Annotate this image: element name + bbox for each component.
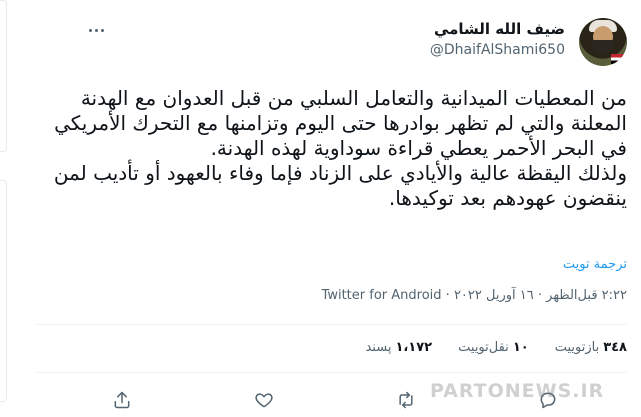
sidebar-panel-edge xyxy=(0,0,7,152)
sidebar-panel-edge xyxy=(0,180,7,402)
tweet-source[interactable]: Twitter for Android xyxy=(322,288,442,303)
avatar[interactable] xyxy=(579,18,627,66)
avatar-beard xyxy=(592,40,614,54)
tweet-stats: ٣٤٨بازتوییت ١٠نقل‌توییت ١،١٧٢پسند xyxy=(365,340,627,355)
author-names: ضيف الله الشامي @DhaifAlShami650 xyxy=(430,20,565,58)
retweet-icon[interactable] xyxy=(392,386,420,414)
likes-label: پسند xyxy=(365,340,392,355)
meta-separator: · xyxy=(441,288,454,303)
quotes-count: ١٠ xyxy=(512,340,529,355)
retweets-count: ٣٤٨ xyxy=(603,340,627,355)
watermark: PARTONEWS.IR xyxy=(430,380,605,402)
quotes-label: نقل‌توییت xyxy=(458,340,509,355)
author-display-name[interactable]: ضيف الله الشامي xyxy=(430,20,565,38)
tweet-body: من المعطيات الميدانية والتعامل السلبي من… xyxy=(35,86,627,211)
divider xyxy=(36,372,627,373)
tweet-header: ضيف الله الشامي @DhaifAlShami650 xyxy=(67,14,627,70)
tweet-paragraph: ولذلك اليقظة عالية والأيادي على الزناد ف… xyxy=(53,161,627,210)
author-handle[interactable]: @DhaifAlShami650 xyxy=(430,42,565,58)
heart-icon[interactable] xyxy=(250,386,278,414)
left-rail xyxy=(0,0,22,417)
tweet-paragraph: من المعطيات الميدانية والتعامل السلبي من… xyxy=(54,86,627,160)
likes-count: ١،١٧٢ xyxy=(395,340,433,355)
retweets-stat[interactable]: ٣٤٨بازتوییت xyxy=(555,340,627,355)
retweets-label: بازتوییت xyxy=(554,340,600,355)
likes-stat[interactable]: ١،١٧٢پسند xyxy=(365,340,432,355)
tweet-timestamp[interactable]: ٢:٢٢ قبل‌الظهر · ١٦ آوريل ٢٠٢٢ xyxy=(454,288,627,303)
translate-tweet-link[interactable]: ترجمة تويت xyxy=(563,257,627,272)
more-horizontal-icon[interactable] xyxy=(89,26,111,34)
quotes-stat[interactable]: ١٠نقل‌توییت xyxy=(458,340,529,355)
share-icon[interactable] xyxy=(108,386,136,414)
divider xyxy=(36,324,627,325)
tweet-card: ضيف الله الشامي @DhaifAlShami650 من المع… xyxy=(30,0,633,417)
avatar-flag xyxy=(611,54,625,64)
tweet-meta: ٢:٢٢ قبل‌الظهر · ١٦ آوريل ٢٠٢٢ · Twitter… xyxy=(322,288,627,303)
